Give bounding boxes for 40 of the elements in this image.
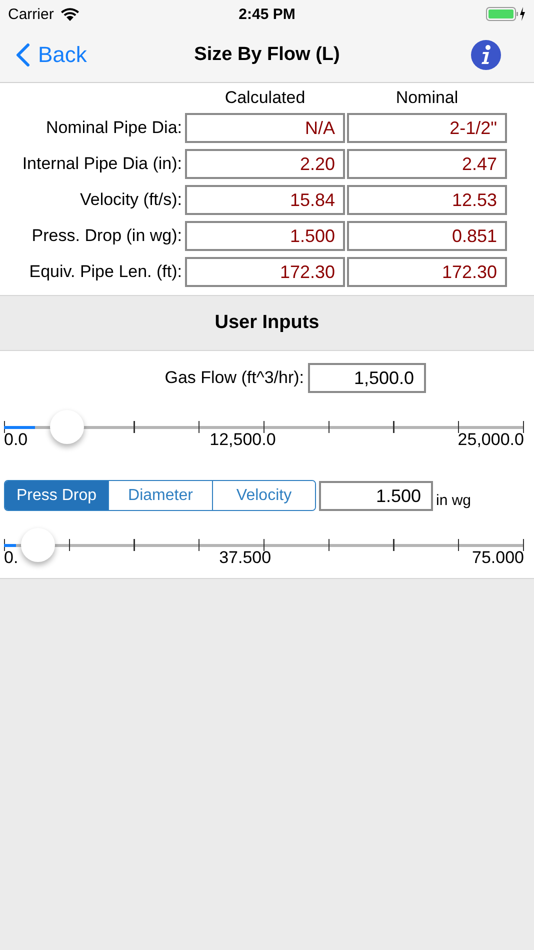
gas-flow-field[interactable]: 1,500.0 [308,363,426,393]
unit-label: in wg [436,492,472,509]
value-field: 172.30 [347,257,507,287]
scale-label: 0. [4,548,18,568]
status-time: 2:45 PM [238,6,296,22]
row-label: Internal Pipe Dia (in): [21,154,183,174]
section-title: User Inputs [214,312,320,334]
back-chevron-icon [16,43,30,67]
target-value-field[interactable]: 1.500 [319,480,433,510]
row-label: Equiv. Pipe Len. (ft): [28,262,183,282]
value-field: 15.84 [185,185,345,215]
value-field: 2.47 [347,149,507,179]
scale-label: 25,000.0 [458,430,524,450]
slider-thumb[interactable] [21,528,56,562]
value-field: 2-1/2" [347,113,507,143]
value-field: N/A [185,113,345,143]
value-field: 0.851 [347,221,507,251]
row-label: Velocity (ft/s): [78,190,183,210]
column-header: Calculated [224,89,306,107]
value-field: 172.30 [185,257,345,287]
back-button[interactable]: Back [16,42,87,68]
scale-label: 0.0 [4,430,28,450]
scale-label: 12,500.0 [210,430,276,450]
row-label: Nominal Pipe Dia: [44,118,183,138]
scale-label: 75.000 [472,548,524,568]
field-label: Gas Flow (ft^3/hr): [164,368,304,388]
value-field: 1.500 [185,221,345,251]
carrier-name: Carrier [8,6,54,22]
scale-label: 37.500 [219,548,272,568]
wifi-icon [60,7,80,21]
segment-tab[interactable]: Velocity [212,481,315,510]
value-field: 2.20 [185,149,345,179]
slider-thumb[interactable] [50,410,84,444]
screen-title: Size By Flow (L) [194,44,340,66]
info-icon[interactable] [470,39,502,71]
battery-icon [486,6,526,22]
column-header: Nominal [394,89,460,107]
segment-tab[interactable]: Press Drop [5,481,108,510]
row-label: Press. Drop (in wg): [30,226,183,246]
value-field: 12.53 [347,185,507,215]
